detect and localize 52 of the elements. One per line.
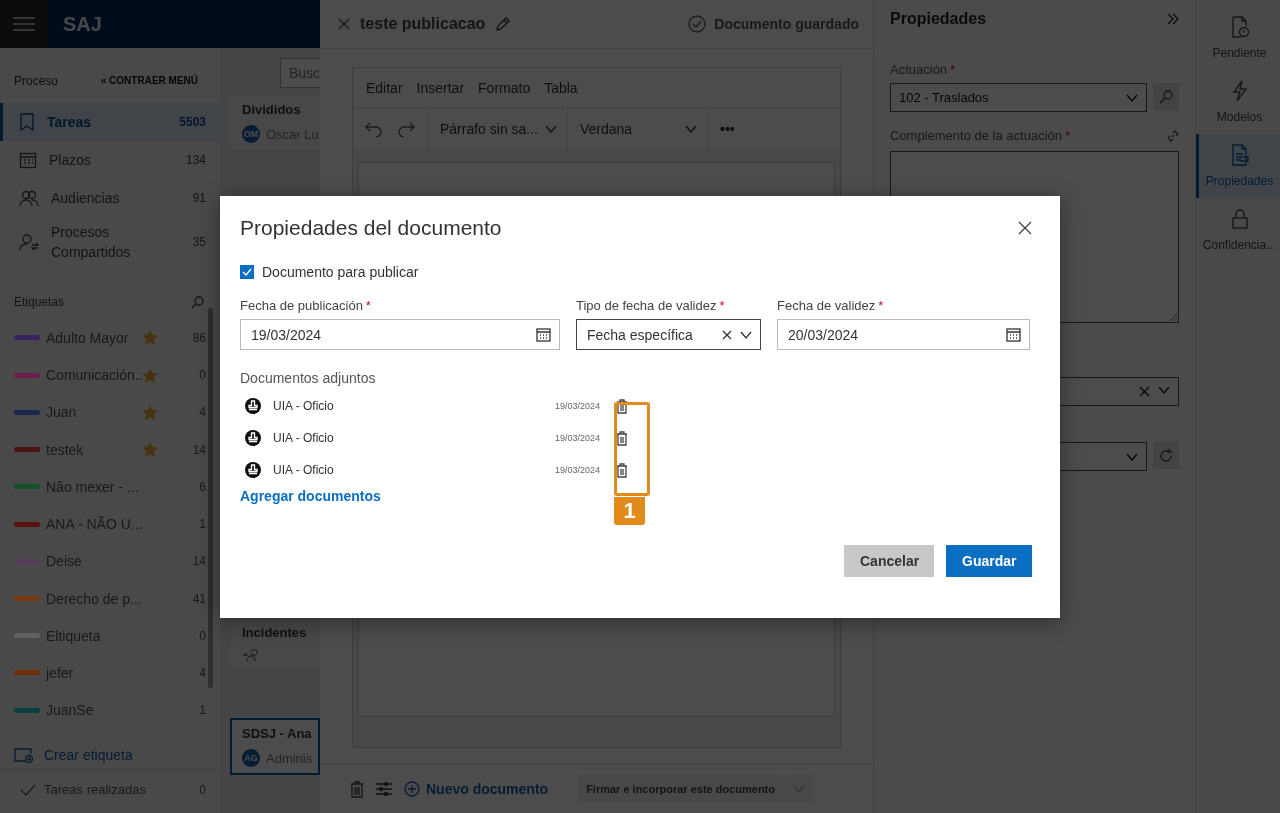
field-label: Fecha de validez — [777, 298, 876, 313]
close-button[interactable] — [1018, 221, 1032, 235]
section-title: Proceso — [14, 73, 59, 88]
close-icon — [1018, 221, 1032, 235]
chevron-down-icon — [740, 330, 752, 339]
calendar-icon — [536, 327, 551, 342]
section-label: Documentos adjuntos — [240, 370, 377, 386]
trash-icon — [616, 430, 628, 446]
dialog-title: Propiedades del documento — [240, 216, 502, 240]
document-title: teste publicacao — [360, 15, 486, 33]
app-logo: SAJ — [63, 12, 102, 36]
more-button[interactable]: ••• — [708, 109, 745, 149]
cancel-button[interactable]: Cancelar — [844, 545, 934, 577]
add-documents-link[interactable]: Agregar documentos — [240, 488, 381, 504]
calendar-icon — [1006, 327, 1021, 342]
stamp-icon — [245, 462, 261, 478]
required-mark: * — [719, 298, 725, 313]
date-field[interactable]: 19/03/2024 — [240, 319, 560, 350]
menu-item[interactable]: Editar — [366, 80, 403, 96]
panel-title: Propiedades — [890, 10, 987, 28]
field-label: Tipo de fecha de validez — [576, 298, 717, 313]
stamp-icon — [245, 430, 261, 446]
menu-item[interactable]: Insertar — [416, 80, 465, 96]
delete-button[interactable] — [616, 430, 628, 446]
trash-icon — [616, 462, 628, 478]
save-button[interactable]: Guardar — [946, 545, 1032, 577]
stamp-icon — [245, 398, 261, 414]
required-mark: * — [1065, 128, 1071, 143]
close-icon — [722, 329, 732, 340]
required-mark: * — [950, 62, 956, 77]
create-tag-link[interactable]: Crear etiqueta — [44, 746, 133, 763]
callout-number: 1 — [614, 497, 645, 525]
menu-item[interactable]: Tabla — [544, 80, 578, 96]
attachment-date: 19/03/2024 — [554, 433, 600, 443]
attachment-name[interactable]: UIA - Oficio — [273, 431, 555, 445]
attachment-name[interactable]: UIA - Oficio — [273, 399, 555, 413]
field-label: Fecha de publicación — [240, 298, 363, 313]
attachment-date: 19/03/2024 — [554, 401, 600, 411]
menu-item[interactable]: Formato — [478, 80, 531, 96]
checkbox-label[interactable]: Documento para publicar — [262, 264, 419, 280]
delete-button[interactable] — [616, 462, 628, 478]
attachment-name[interactable]: UIA - Oficio — [273, 463, 555, 477]
required-mark: * — [365, 298, 371, 313]
date-field[interactable]: 20/03/2024 — [777, 319, 1030, 350]
card-title: Divididos — [242, 102, 302, 117]
trash-icon — [616, 398, 628, 414]
card-title: SDSJ - Ana — [242, 726, 313, 741]
collapse-menu-link[interactable]: « CONTRAER MENÚ — [100, 75, 198, 87]
attachment-date: 19/03/2024 — [554, 465, 600, 475]
checkbox[interactable] — [240, 265, 254, 279]
required-mark: * — [878, 298, 884, 313]
select-field[interactable]: Fecha específica — [576, 319, 761, 350]
